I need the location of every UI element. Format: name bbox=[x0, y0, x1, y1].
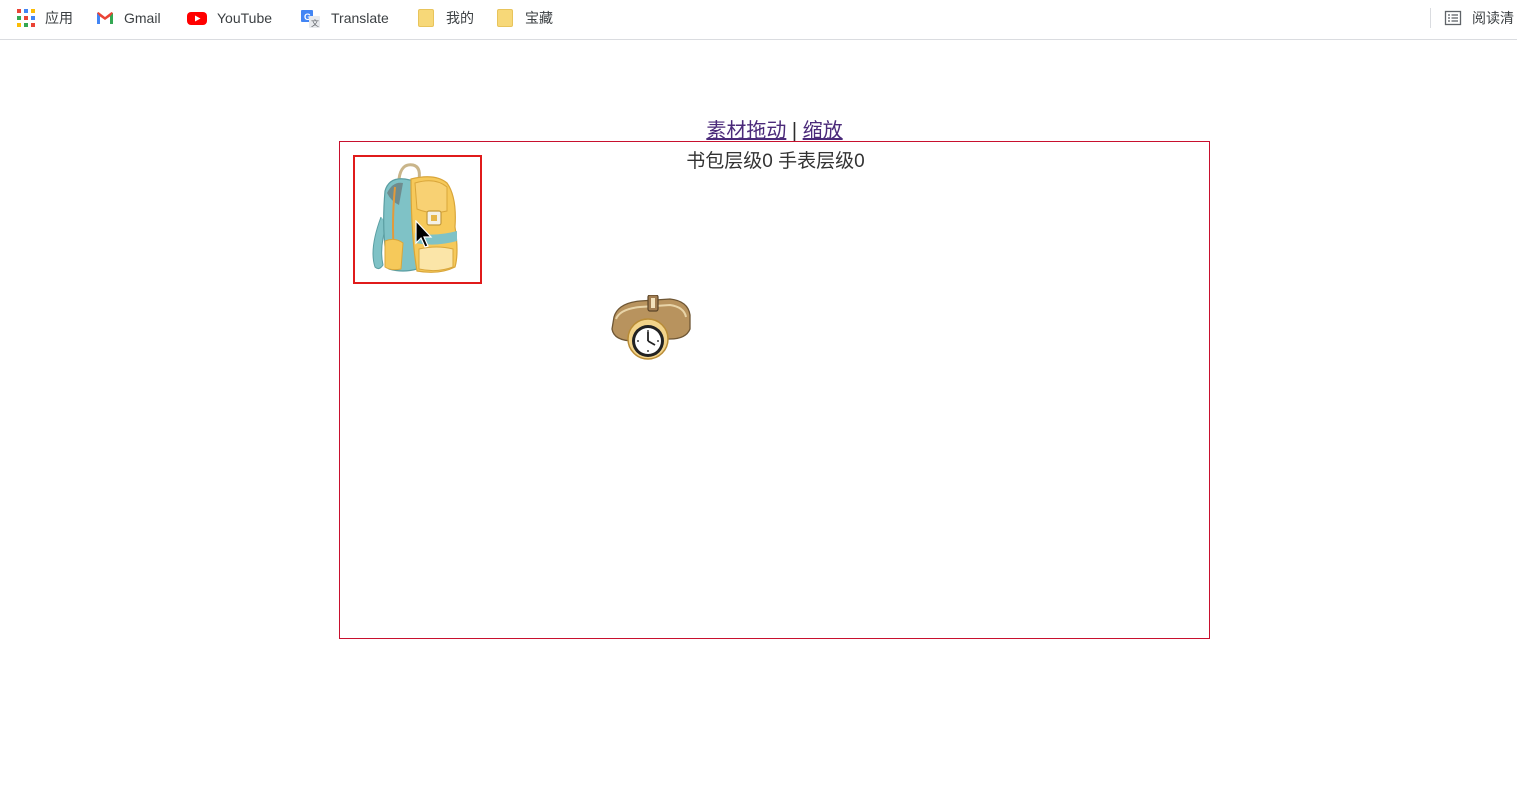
nav-separator: | bbox=[791, 120, 798, 142]
bookmark-translate-label: Translate bbox=[331, 10, 389, 26]
drag-stage[interactable]: 书包层级0 手表层级0 bbox=[339, 141, 1210, 639]
watch-item[interactable] bbox=[610, 294, 694, 365]
bookmark-gmail[interactable]: Gmail bbox=[96, 0, 161, 36]
youtube-icon bbox=[187, 9, 207, 27]
drag-link[interactable]: 素材拖动 bbox=[706, 120, 786, 142]
bookmark-translate[interactable]: G 文 Translate bbox=[301, 0, 389, 36]
translate-icon: G 文 bbox=[301, 9, 321, 28]
bookmark-gmail-label: Gmail bbox=[124, 10, 161, 26]
bookmark-apps[interactable]: 应用 bbox=[17, 0, 73, 36]
gmail-icon bbox=[96, 9, 114, 27]
apps-grid-icon bbox=[17, 9, 35, 27]
bookmarks-bar: 应用 Gmail YouTube G 文 Translate 我的 宝藏 阅读清 bbox=[0, 0, 1517, 40]
zoom-link[interactable]: 缩放 bbox=[803, 120, 843, 142]
bookmark-apps-label: 应用 bbox=[45, 10, 73, 26]
mouse-cursor-icon bbox=[415, 220, 433, 248]
bookmark-youtube-label: YouTube bbox=[217, 10, 273, 26]
bookmark-youtube[interactable]: YouTube bbox=[187, 0, 272, 36]
page-nav: 素材拖动 | 缩放 bbox=[0, 114, 1517, 143]
bookmark-treasure-label: 宝藏 bbox=[525, 10, 553, 26]
folder-icon bbox=[418, 9, 436, 27]
bookmark-folder-mine[interactable]: 我的 bbox=[418, 0, 474, 36]
reading-list-label: 阅读清 bbox=[1472, 10, 1514, 26]
reading-list-icon bbox=[1444, 9, 1462, 27]
bookmark-mine-label: 我的 bbox=[446, 10, 474, 26]
reading-list-button[interactable]: 阅读清 bbox=[1444, 0, 1514, 36]
folder-icon bbox=[497, 9, 515, 27]
svg-text:文: 文 bbox=[311, 18, 319, 28]
bookmark-folder-treasure[interactable]: 宝藏 bbox=[497, 0, 553, 36]
divider bbox=[1430, 8, 1431, 28]
watch-image bbox=[611, 294, 691, 360]
